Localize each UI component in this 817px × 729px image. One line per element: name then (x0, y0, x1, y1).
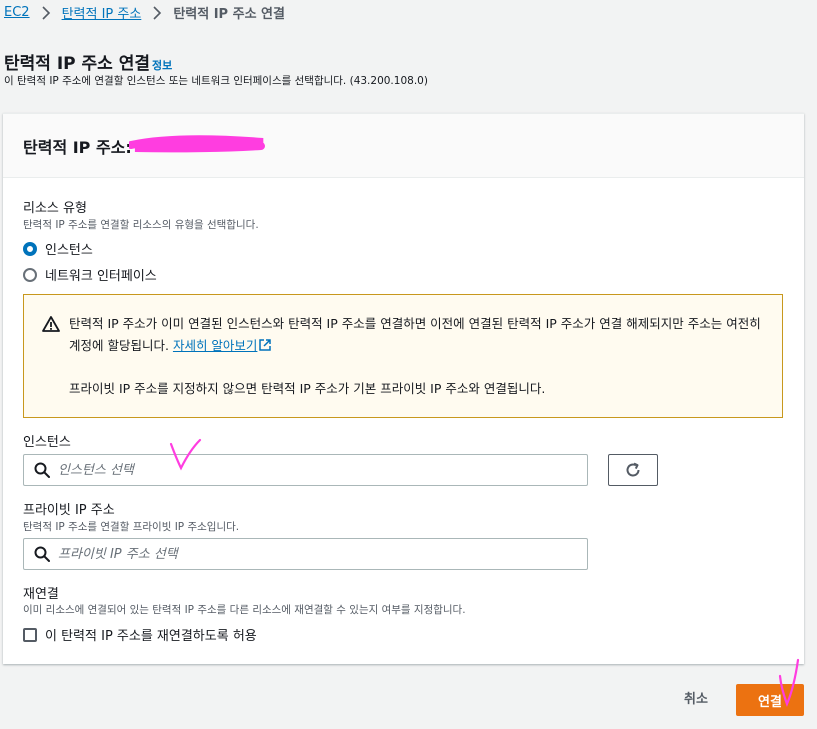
alert-message: 탄력적 IP 주소가 이미 연결된 인스턴스와 탄력적 IP 주소를 연결하면 … (69, 313, 769, 357)
breadcrumb: EC2 탄력적 IP 주소 탄력적 IP 주소 연결 (4, 3, 285, 22)
instance-search-input[interactable] (58, 462, 558, 478)
breadcrumb-ec2-link[interactable]: EC2 (4, 5, 30, 20)
radio-instance[interactable]: 인스턴스 (23, 239, 93, 258)
private-ip-label: 프라이빗 IP 주소 (23, 503, 115, 518)
chevron-right-icon (36, 5, 56, 21)
reassociate-checkbox-label: 이 탄력적 IP 주소를 재연결하도록 허용 (45, 629, 257, 644)
radio-button[interactable] (23, 267, 37, 282)
resource-type-label: 리소스 유형 (23, 201, 87, 216)
warning-alert: 탄력적 IP 주소가 이미 연결된 인스턴스와 탄력적 IP 주소를 연결하면 … (23, 294, 783, 418)
search-icon (34, 546, 50, 562)
refresh-icon (626, 462, 640, 477)
reassociate-checkbox-row[interactable]: 이 탄력적 IP 주소를 재연결하도록 허용 (23, 625, 257, 644)
radio-instance-label: 인스턴스 (45, 243, 93, 258)
associate-card: 탄력적 IP 주소: 리소스 유형 탄력적 IP 주소를 연결할 리소스의 유형… (3, 113, 804, 664)
reassociate-description: 이미 리소스에 연결되어 있는 탄력적 IP 주소를 다른 리소스에 재연결할 … (23, 604, 466, 616)
learn-more-link-text: 자세히 알아보기 (172, 338, 258, 353)
private-ip-description: 탄력적 IP 주소를 연결할 프라이빗 IP 주소입니다. (23, 521, 240, 533)
cancel-button[interactable]: 취소 (684, 688, 708, 707)
private-ip-select[interactable] (23, 538, 588, 570)
connect-button[interactable]: 연결 (736, 684, 804, 716)
page-title: 탄력적 IP 주소 연결 정보 (4, 49, 172, 74)
private-ip-search-input[interactable] (58, 546, 558, 562)
redaction-scribble (129, 135, 265, 153)
reassociate-label: 재연결 (23, 587, 59, 602)
chevron-right-icon (147, 5, 167, 21)
learn-more-link[interactable]: 자세히 알아보기 (172, 338, 272, 353)
radio-button-selected[interactable] (23, 241, 37, 256)
page-title-text: 탄력적 IP 주소 연결 (4, 54, 151, 74)
info-link[interactable]: 정보 (152, 57, 172, 73)
search-icon (34, 462, 50, 478)
page-description: 이 탄력적 IP 주소에 연결할 인스턴스 또는 네트워크 인터페이스를 선택합… (4, 75, 428, 87)
card-header: 탄력적 IP 주소: (3, 114, 804, 178)
breadcrumb-elastic-ip-link[interactable]: 탄력적 IP 주소 (62, 3, 142, 22)
page: EC2 탄력적 IP 주소 탄력적 IP 주소 연결 탄력적 IP 주소 연결 … (0, 0, 817, 729)
warning-icon (42, 316, 60, 332)
alert-message-2: 프라이빗 IP 주소를 지정하지 않으면 탄력적 IP 주소가 기본 프라이빗 … (69, 381, 546, 396)
reassociate-checkbox[interactable] (23, 627, 37, 642)
card-title: 탄력적 IP 주소: (23, 138, 132, 157)
instance-select[interactable] (23, 454, 588, 486)
breadcrumb-current: 탄력적 IP 주소 연결 (173, 7, 285, 22)
radio-network-interface[interactable]: 네트워크 인터페이스 (23, 265, 157, 284)
instance-label: 인스턴스 (23, 435, 71, 450)
refresh-button[interactable] (608, 454, 658, 486)
radio-network-interface-label: 네트워크 인터페이스 (45, 269, 157, 284)
external-link-icon (259, 339, 272, 351)
resource-type-description: 탄력적 IP 주소를 연결할 리소스의 유형을 선택합니다. (23, 219, 259, 231)
